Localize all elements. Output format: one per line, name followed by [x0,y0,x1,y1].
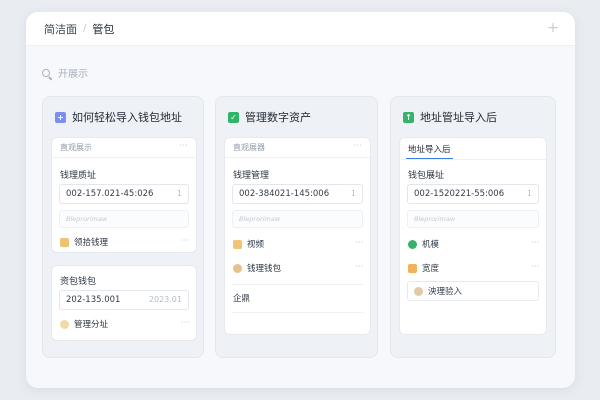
section-label: 钱理管理 [233,171,270,181]
placeholder-text: Bleprorimaw [66,215,108,223]
placeholder-field[interactable]: Bleprorimaw [59,210,189,228]
list-item[interactable]: 钱理钱包 ··· [233,260,364,276]
column-import-wallet: + 如何轻松导入钱包地址 直观展示 ··· 钱理质址 002-157.021-4… [42,96,204,358]
address-value: 002-1520221-55:006 [414,189,505,199]
tab-after-import[interactable]: 地址导入后 [408,140,451,158]
address-field[interactable]: 002-384021-145:006 1 [232,184,363,204]
search-bar[interactable] [42,64,342,84]
wallet-value: 202-135.001 [66,295,121,305]
column-header: + 如何轻松导入钱包地址 [43,97,203,137]
address-index: 1 [526,189,532,198]
list-item[interactable]: 宽度 ··· [408,260,540,276]
breadcrumb-root[interactable]: 简洁面 [44,21,77,37]
width-icon [408,263,417,273]
address-field[interactable]: 002-157.021-45:026 1 [59,184,189,204]
wallet-field[interactable]: 202-135.001 2023.01 [59,290,189,310]
list-item[interactable]: 机模 ··· [408,236,540,252]
plus-square-icon: + [55,111,66,123]
more-icon[interactable]: ··· [355,238,364,247]
check-circle-icon [408,239,417,249]
more-icon[interactable]: ··· [531,262,540,271]
list-item-label: 钱理钱包 [247,264,282,274]
divider [232,284,363,285]
title-bar: 简洁面 / 管包 + [26,12,575,46]
app-window: 简洁面 / 管包 + + 如何轻松导入钱包地址 直观展示 ··· 钱理质址 00… [26,12,575,388]
column-manage-assets: ✓ 管理数字资产 直观展器 ··· 钱理管理 002-384021-145:00… [215,96,378,358]
divider [232,312,363,313]
column-title: 管理数字资产 [245,111,311,124]
column-title: 地址管址导入后 [420,111,497,124]
breadcrumb-separator: / [83,23,87,34]
list-item[interactable]: 企鼎 [233,290,364,306]
list-item-label: 企鼎 [233,294,251,304]
upload-square-icon: ↑ [403,111,414,123]
column-header: ↑ 地址管址导入后 [391,97,555,137]
address-index: 1 [176,189,182,198]
search-icon [42,69,52,79]
list-item-label: 管理分址 [74,320,109,330]
panel-management: 直观展器 ··· 钱理管理 002-384021-145:006 1 Blepr… [224,137,371,335]
section-label: 钱包展址 [408,171,445,181]
address-index: 1 [350,189,356,198]
list-item-label: 视频 [247,240,265,250]
user-icon [414,286,423,296]
panel-after-import: 地址导入后 钱包展址 002-1520221-55:006 1 Bleprori… [399,137,547,335]
placeholder-field[interactable]: Bleprorimaw [407,210,539,228]
placeholder-text: Bleprorimaw [414,215,456,223]
more-icon[interactable]: ··· [181,236,190,245]
more-icon[interactable]: ··· [181,318,190,327]
video-icon [233,239,242,249]
coin-icon [233,263,242,273]
list-item-label: 领拾钱理 [74,238,109,248]
column-title: 如何轻松导入钱包地址 [72,111,182,124]
placeholder-text: Bleprorimaw [239,215,281,223]
check-square-icon: ✓ [228,111,239,123]
list-item[interactable]: 领拾钱理 ··· [60,234,190,250]
breadcrumb-current[interactable]: 管包 [92,21,114,37]
section-label: 资包钱包 [60,277,97,287]
placeholder-field[interactable]: Bleprorimaw [232,210,363,228]
list-item-selected[interactable]: 泱理验入 [407,281,539,301]
wallet-icon [60,237,69,247]
list-item-label: 泱理验入 [428,287,463,297]
divider [400,159,546,160]
address-field[interactable]: 002-1520221-55:006 1 [407,184,539,204]
search-input[interactable] [58,68,298,80]
panel-header-label: 直观展器 [233,143,265,152]
address-value: 002-157.021-45:026 [66,189,154,199]
user-icon [60,319,69,329]
more-icon[interactable]: ··· [531,238,540,247]
more-icon[interactable]: ··· [179,141,188,150]
panel-asset-wallet: 资包钱包 202-135.001 2023.01 管理分址 ··· [51,265,197,341]
panel-overview: 直观展示 ··· 钱理质址 002-157.021-45:026 1 Blepr… [51,137,197,253]
panel-header: 直观展示 ··· [52,138,196,158]
wallet-date: 2023.01 [148,295,182,304]
more-icon[interactable]: ··· [353,141,362,150]
panel-header: 直观展器 ··· [225,138,370,158]
address-value: 002-384021-145:006 [239,189,330,199]
list-item[interactable]: 管理分址 ··· [60,316,190,332]
section-label: 钱理质址 [60,171,97,181]
list-item-label: 宽度 [422,264,440,274]
add-tab-icon[interactable]: + [545,20,561,36]
more-icon[interactable]: ··· [355,262,364,271]
list-item[interactable]: 视频 ··· [233,236,364,252]
column-header: ✓ 管理数字资产 [216,97,377,137]
column-after-import: ↑ 地址管址导入后 地址导入后 钱包展址 002-1520221-55:006 … [390,96,556,358]
list-item-label: 机模 [422,240,440,250]
panel-header-label: 直观展示 [60,143,92,152]
